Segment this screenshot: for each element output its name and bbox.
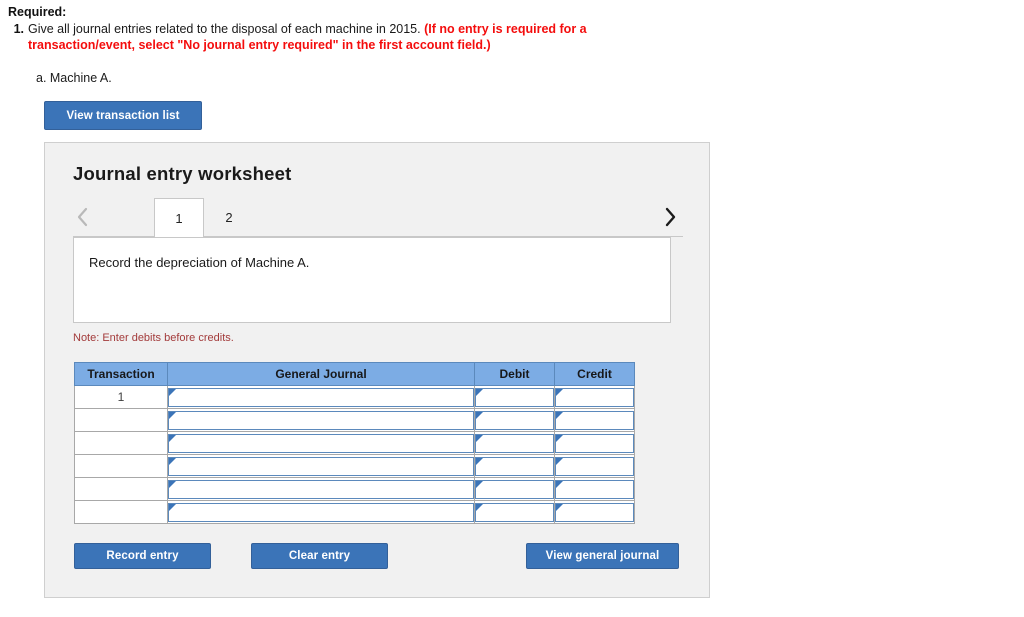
view-transaction-list-button[interactable]: View transaction list — [44, 101, 202, 130]
header-debit: Debit — [474, 362, 555, 386]
required-sub-item-a: a. Machine A. — [36, 71, 112, 85]
cell-debit-6[interactable] — [474, 500, 555, 524]
account-input-1[interactable] — [168, 387, 474, 407]
cell-transaction-3 — [74, 431, 168, 455]
debit-input-3[interactable] — [475, 433, 554, 453]
table-row: 1 — [74, 385, 635, 409]
credit-input-2[interactable] — [555, 410, 634, 430]
cell-general-journal-5[interactable] — [167, 477, 475, 501]
table-row — [74, 477, 635, 501]
cell-credit-1[interactable] — [554, 385, 635, 409]
cell-general-journal-3[interactable] — [167, 431, 475, 455]
account-input-6[interactable] — [168, 502, 474, 522]
required-item-text: Give all journal entries related to the … — [28, 21, 688, 53]
cell-credit-4[interactable] — [554, 454, 635, 478]
cell-general-journal-2[interactable] — [167, 408, 475, 432]
cell-transaction-6 — [74, 500, 168, 524]
cell-transaction-1: 1 — [74, 385, 168, 409]
cell-transaction-4 — [74, 454, 168, 478]
cell-credit-2[interactable] — [554, 408, 635, 432]
journal-entry-worksheet-panel: Journal entry worksheet 1 2 Record the d… — [44, 142, 710, 598]
header-transaction: Transaction — [74, 362, 168, 386]
debit-input-6[interactable] — [475, 502, 554, 522]
entry-description-text: Record the depreciation of Machine A. — [89, 255, 310, 270]
clear-entry-button[interactable]: Clear entry — [251, 543, 388, 569]
table-row — [74, 500, 635, 524]
table-row — [74, 431, 635, 455]
table-header-row: Transaction General Journal Debit Credit — [74, 362, 635, 386]
debits-before-credits-note: Note: Enter debits before credits. — [73, 332, 234, 344]
credit-input-6[interactable] — [555, 502, 634, 522]
header-credit: Credit — [554, 362, 635, 386]
chevron-right-icon[interactable] — [659, 204, 681, 230]
debit-input-1[interactable] — [475, 387, 554, 407]
worksheet-tab-1[interactable]: 1 — [154, 198, 204, 237]
credit-input-1[interactable] — [555, 387, 634, 407]
cell-debit-2[interactable] — [474, 408, 555, 432]
account-input-5[interactable] — [168, 479, 474, 499]
cell-credit-5[interactable] — [554, 477, 635, 501]
debit-input-5[interactable] — [475, 479, 554, 499]
required-item-1: 1. Give all journal entries related to t… — [8, 21, 688, 53]
record-entry-button[interactable]: Record entry — [74, 543, 211, 569]
required-item-text-plain: Give all journal entries related to the … — [28, 22, 425, 36]
cell-general-journal-4[interactable] — [167, 454, 475, 478]
cell-transaction-2 — [74, 408, 168, 432]
cell-debit-3[interactable] — [474, 431, 555, 455]
credit-input-4[interactable] — [555, 456, 634, 476]
required-section: Required: 1. Give all journal entries re… — [8, 4, 688, 86]
account-input-3[interactable] — [168, 433, 474, 453]
cell-credit-6[interactable] — [554, 500, 635, 524]
cell-credit-3[interactable] — [554, 431, 635, 455]
cell-general-journal-1[interactable] — [167, 385, 475, 409]
table-row — [74, 454, 635, 478]
credit-input-5[interactable] — [555, 479, 634, 499]
required-heading: Required: — [8, 5, 67, 19]
entry-description-box: Record the depreciation of Machine A. — [73, 237, 671, 323]
cell-debit-4[interactable] — [474, 454, 555, 478]
header-general-journal: General Journal — [167, 362, 475, 386]
worksheet-tab-2-label: 2 — [225, 209, 233, 225]
account-input-4[interactable] — [168, 456, 474, 476]
view-general-journal-button[interactable]: View general journal — [526, 543, 679, 569]
debit-input-4[interactable] — [475, 456, 554, 476]
table-row — [74, 408, 635, 432]
cell-general-journal-6[interactable] — [167, 500, 475, 524]
journal-entry-table: Transaction General Journal Debit Credit… — [74, 362, 635, 524]
worksheet-tabs: 1 2 — [45, 198, 711, 238]
chevron-left-icon[interactable] — [71, 204, 93, 230]
debit-input-2[interactable] — [475, 410, 554, 430]
required-item-number: 1. — [13, 22, 24, 36]
worksheet-title: Journal entry worksheet — [73, 163, 292, 184]
cell-debit-1[interactable] — [474, 385, 555, 409]
credit-input-3[interactable] — [555, 433, 634, 453]
cell-debit-5[interactable] — [474, 477, 555, 501]
cell-transaction-5 — [74, 477, 168, 501]
worksheet-tab-2[interactable]: 2 — [204, 198, 254, 236]
account-input-2[interactable] — [168, 410, 474, 430]
worksheet-tab-1-label: 1 — [175, 210, 183, 226]
